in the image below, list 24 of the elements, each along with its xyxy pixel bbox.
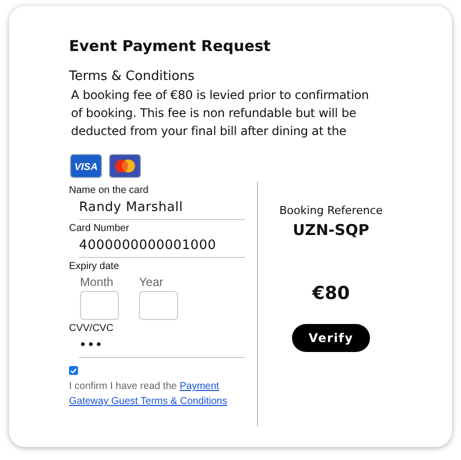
reference-label: Booking Reference — [279, 204, 383, 217]
mastercard-icon — [109, 154, 141, 178]
field-label: Year — [139, 275, 164, 289]
field-label: Name on the card — [69, 185, 148, 196]
confirm-checkbox[interactable] — [69, 366, 78, 375]
terms-link[interactable]: Gateway Guest Terms & Conditions — [69, 396, 228, 407]
field-label: Month — [80, 275, 114, 289]
visa-card-icon: VISA — [70, 154, 102, 178]
name-field[interactable]: Randy Marshall — [79, 196, 245, 220]
field-label: Card Number — [69, 223, 130, 234]
terms-text: A booking fee of €80 is levied prior to confirmation of booking. This fee is non refundable but will be deducted from your final bill after dining at the — [71, 87, 370, 140]
amount: €80 — [312, 283, 350, 304]
cvv-field[interactable]: ••• — [79, 334, 245, 358]
terms-link[interactable]: Payment — [180, 381, 220, 392]
month-field[interactable] — [80, 291, 119, 320]
year-field[interactable] — [139, 291, 178, 320]
verify-button[interactable]: Verify — [292, 324, 370, 352]
dialog-title: Event Payment Request — [69, 37, 271, 55]
field-label: CVV/CVC — [69, 323, 114, 334]
card-number-field[interactable]: 4000000000001000 — [79, 234, 245, 258]
confirm-text: I confirm I have read the Payment Gateway Guest Terms & Conditions — [69, 380, 228, 409]
booking-reference: UZN-SQP — [292, 221, 370, 239]
field-label: Expiry date — [69, 261, 120, 272]
section-heading: Terms & Conditions — [69, 69, 194, 84]
